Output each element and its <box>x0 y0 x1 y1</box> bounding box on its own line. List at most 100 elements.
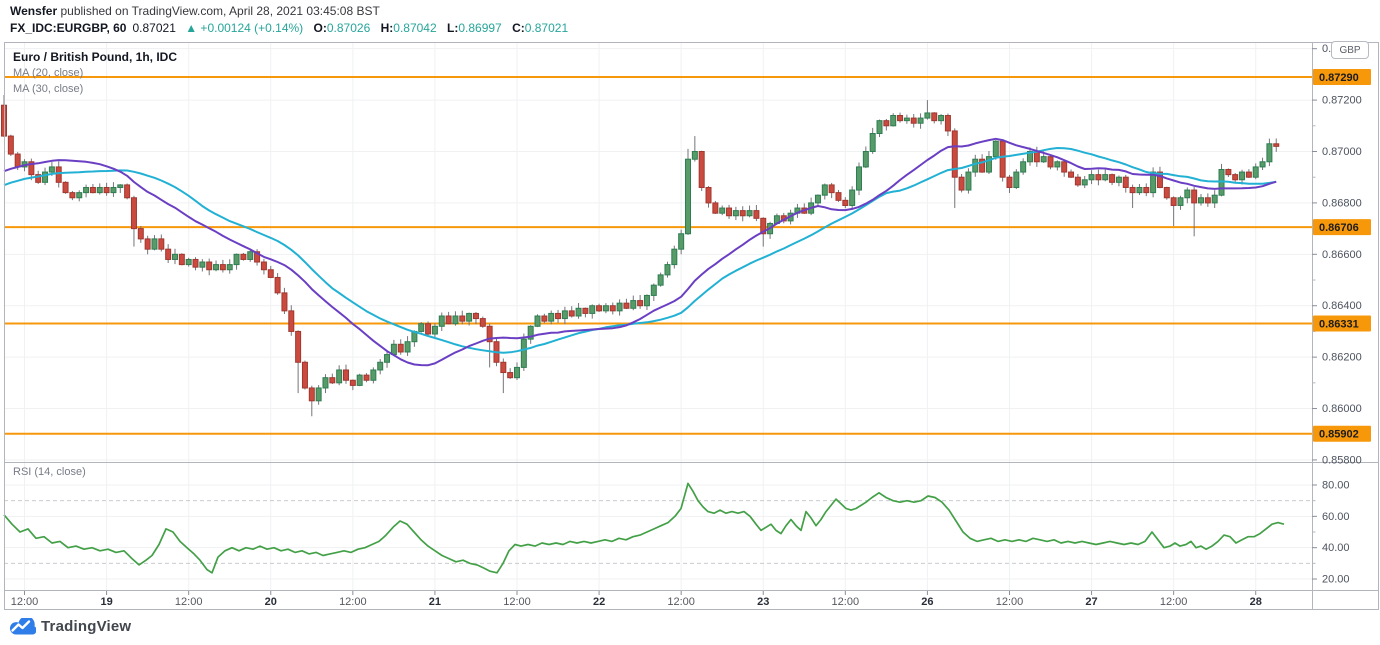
candle <box>1253 167 1258 177</box>
candle <box>597 306 602 311</box>
candle <box>1007 177 1012 187</box>
time-tick-label: 12:00 <box>996 596 1024 608</box>
candle <box>1048 157 1053 167</box>
candle <box>1185 190 1190 198</box>
candle <box>70 193 75 198</box>
candle <box>1089 175 1094 180</box>
candle <box>857 167 862 190</box>
candle <box>843 200 848 205</box>
candle <box>672 249 677 264</box>
price-chart-svg[interactable]: 0.874000.872000.870000.868000.866000.864… <box>0 0 1380 612</box>
candle <box>1041 157 1046 162</box>
candle <box>125 185 130 198</box>
tradingview-logo-text: TradingView <box>41 618 131 635</box>
candle <box>63 182 68 192</box>
candle <box>453 316 458 324</box>
candle <box>603 306 608 311</box>
candle <box>275 277 280 292</box>
rsi-axis[interactable]: 80.0060.0040.0020.00 <box>1312 480 1350 586</box>
candle <box>1260 162 1265 167</box>
price-tick-label: 0.85800 <box>1322 454 1362 466</box>
candle <box>344 370 349 380</box>
candle <box>754 211 759 219</box>
candle <box>1274 144 1279 147</box>
candle <box>439 316 444 326</box>
time-axis[interactable]: 12:001912:002012:002112:002212:002312:00… <box>11 591 1262 608</box>
candle <box>104 187 109 192</box>
candle <box>1075 177 1080 185</box>
time-tick-label: 20 <box>265 596 277 608</box>
candle <box>1130 187 1135 192</box>
time-tick-label: 23 <box>757 596 769 608</box>
candle <box>268 270 273 278</box>
candle <box>214 265 219 270</box>
rsi-tick-label: 20.00 <box>1322 574 1350 586</box>
candle <box>521 339 526 367</box>
candle <box>193 259 198 267</box>
candle <box>665 265 670 275</box>
candle <box>350 380 355 385</box>
time-tick-label: 12:00 <box>11 596 39 608</box>
candle <box>1069 172 1074 177</box>
candle <box>918 118 923 123</box>
candle <box>1267 144 1272 162</box>
candle <box>508 373 513 378</box>
time-tick-label: 12:00 <box>832 596 860 608</box>
candle <box>398 344 403 352</box>
candle <box>77 193 82 198</box>
price-axis[interactable]: 0.874000.872000.870000.868000.866000.864… <box>1312 43 1371 466</box>
candle <box>1096 175 1101 180</box>
candle <box>1000 141 1005 177</box>
candle <box>323 378 328 388</box>
candle <box>220 265 225 270</box>
candle <box>590 306 595 314</box>
candle <box>152 239 157 249</box>
time-tick-label: 28 <box>1250 596 1262 608</box>
candle <box>1226 169 1231 174</box>
rsi-legend: RSI (14, close) <box>13 466 86 478</box>
candle <box>446 316 451 324</box>
candle <box>227 265 232 270</box>
candle <box>836 193 841 201</box>
candle <box>43 172 48 182</box>
time-tick-label: 12:00 <box>1160 596 1188 608</box>
candle <box>939 116 944 121</box>
price-tick-label: 0.87200 <box>1322 95 1362 107</box>
candle <box>1055 162 1060 167</box>
candle <box>535 316 540 326</box>
price-tick-label: 0.86400 <box>1322 300 1362 312</box>
candle <box>884 121 889 126</box>
candle <box>515 367 520 377</box>
candle <box>419 324 424 332</box>
candle <box>610 306 615 311</box>
candle <box>583 308 588 313</box>
candle <box>480 319 485 327</box>
candle <box>973 159 978 172</box>
candle <box>56 167 61 182</box>
candle <box>426 324 431 334</box>
candle <box>747 211 752 216</box>
candle <box>1110 175 1115 183</box>
candle <box>49 167 54 172</box>
candle <box>316 388 321 401</box>
currency-unit-button[interactable]: GBP <box>1331 41 1369 59</box>
ma-lines-layer <box>4 139 1276 365</box>
candle <box>556 313 561 318</box>
candle <box>911 118 916 123</box>
chart-area[interactable]: 0.874000.872000.870000.868000.866000.864… <box>0 0 1380 612</box>
candle <box>850 190 855 205</box>
candles-layer <box>2 95 1279 416</box>
price-tick-label: 0.86200 <box>1322 352 1362 364</box>
candle <box>1144 187 1149 192</box>
candle <box>248 252 253 260</box>
candle <box>959 177 964 190</box>
tradingview-logo[interactable]: TradingView <box>9 618 131 635</box>
ma20-line <box>4 139 1276 365</box>
candle <box>1240 172 1245 180</box>
candle <box>1021 162 1026 172</box>
candle <box>1205 198 1210 203</box>
candle <box>658 275 663 285</box>
candle <box>179 254 184 264</box>
candle <box>1082 180 1087 185</box>
orange-level-badge-label: 0.86331 <box>1319 318 1359 330</box>
